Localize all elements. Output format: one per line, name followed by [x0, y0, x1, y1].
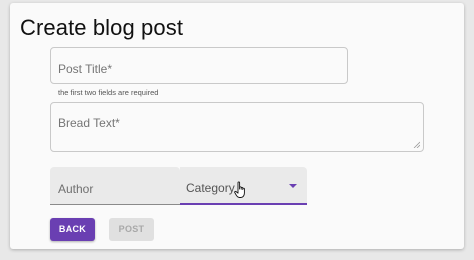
bread-text-placeholder: Bread Text* [58, 116, 120, 130]
bread-text-field[interactable]: Bread Text* [50, 102, 424, 152]
hand-pointer-icon [234, 181, 245, 198]
category-select[interactable]: Category [180, 167, 307, 205]
author-label: Author [58, 182, 94, 196]
page-title: Create blog post [20, 15, 184, 40]
chevron-down-icon[interactable] [289, 184, 297, 188]
category-label: Category [186, 181, 235, 195]
post-title-field[interactable]: Post Title* [50, 47, 348, 84]
create-post-card: Create blog post Post Title* the first t… [10, 3, 464, 249]
resize-handle-icon[interactable] [413, 141, 420, 148]
post-title-placeholder: Post Title* [58, 62, 113, 76]
helper-text: the first two fields are required [58, 88, 159, 97]
post-button[interactable]: POST [109, 218, 154, 241]
back-button[interactable]: BACK [50, 218, 95, 241]
author-field[interactable]: Author [50, 167, 180, 205]
